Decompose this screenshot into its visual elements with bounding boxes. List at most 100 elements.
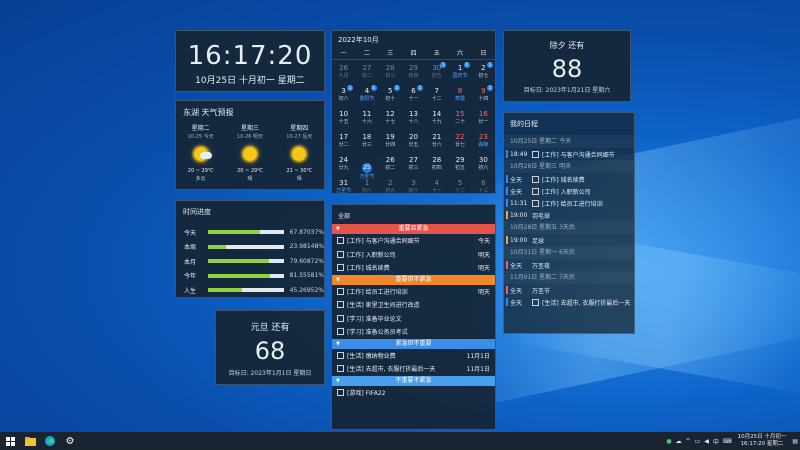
- schedule-checkbox[interactable]: [532, 187, 539, 195]
- progress-label: 本月: [184, 258, 197, 266]
- schedule-checkbox[interactable]: [532, 150, 539, 158]
- calendar-day[interactable]: 7 十二: [425, 85, 448, 108]
- calendar-day[interactable]: 1 初八: [355, 177, 378, 200]
- schedule-item[interactable]: 全天 万圣节: [504, 284, 634, 296]
- calendar-day[interactable]: 18 廿三: [355, 131, 378, 154]
- todo-item[interactable]: [学习] 准备毕业论文: [332, 312, 495, 326]
- day-number: 10: [339, 110, 349, 118]
- todo-checkbox[interactable]: [337, 301, 344, 309]
- schedule-item[interactable]: 18:49 [工作] 与客户沟通合同细节: [504, 148, 634, 160]
- input-language[interactable]: 中: [713, 437, 719, 446]
- schedule-checkbox[interactable]: [532, 199, 539, 207]
- calendar-day[interactable]: 22 廿七: [448, 131, 471, 154]
- calendar-day[interactable]: 17 廿二: [332, 131, 355, 154]
- calendar-day[interactable]: 9 十四 1: [472, 85, 495, 108]
- calendar-day[interactable]: 3 初八 1: [332, 85, 355, 108]
- file-explorer-button[interactable]: [20, 432, 40, 450]
- todo-checkbox[interactable]: [337, 388, 344, 396]
- calendar-day[interactable]: 27 初二: [355, 62, 378, 85]
- schedule-item[interactable]: 全天 [工作] 城名续费: [504, 173, 634, 185]
- todo-checkbox[interactable]: [337, 264, 344, 272]
- calendar-day[interactable]: 24 廿九: [332, 154, 355, 177]
- todo-group-header[interactable]: ▼ 重要但不紧急: [332, 274, 495, 285]
- settings-button[interactable]: ⚙: [60, 432, 80, 450]
- wechat-icon[interactable]: ●: [666, 438, 671, 445]
- calendar-day[interactable]: 13 十八: [402, 108, 425, 131]
- calendar-day[interactable]: 4 重阳节 1: [355, 85, 378, 108]
- schedule-item[interactable]: 全天 万圣夜: [504, 259, 634, 271]
- todo-item[interactable]: [工作] 入职新公司 明天: [332, 248, 495, 262]
- calendar-day[interactable]: 23 霜降: [472, 131, 495, 154]
- todo-item[interactable]: [工作] 给员工进行培训 明天: [332, 285, 495, 299]
- calendar-day[interactable]: 11 十六: [355, 108, 378, 131]
- todo-checkbox[interactable]: [337, 328, 344, 336]
- calendar-day[interactable]: 4 十一: [425, 177, 448, 200]
- calendar-day[interactable]: 10 十五: [332, 108, 355, 131]
- calendar-day[interactable]: 8 寒露: [448, 85, 471, 108]
- calendar-day[interactable]: 26 九月: [332, 62, 355, 85]
- cloud-icon[interactable]: ☁: [676, 438, 682, 445]
- progress-fill: [208, 259, 269, 264]
- volume-icon[interactable]: ◀: [704, 438, 709, 445]
- schedule-text: [生活] 去超市, 衣服打折最后一天: [542, 299, 631, 307]
- lunar-label: 初三: [408, 165, 419, 171]
- calendar-day[interactable]: 30 初六: [472, 154, 495, 177]
- todo-item[interactable]: [生活] 缴纳物业费 11月1日: [332, 349, 495, 363]
- todo-item[interactable]: [工作] 与客户沟通合同细节 今天: [332, 234, 495, 248]
- todo-checkbox[interactable]: [337, 287, 344, 295]
- calendar-day[interactable]: 15 二十: [448, 108, 471, 131]
- schedule-checkbox[interactable]: [532, 298, 539, 306]
- day-number: 6: [481, 179, 486, 187]
- calendar-day[interactable]: 1 国庆节 1: [448, 62, 471, 85]
- todo-checkbox[interactable]: [337, 351, 344, 359]
- start-button[interactable]: [0, 432, 20, 450]
- todo-item[interactable]: [工作] 城名续费 明天: [332, 261, 495, 275]
- todo-group-header[interactable]: ▼ 紧急但不重要: [332, 338, 495, 349]
- todo-item[interactable]: [游戏] FIFA22: [332, 386, 495, 400]
- calendar-day[interactable]: 5 十二: [448, 177, 471, 200]
- calendar-day[interactable]: 2 初九: [379, 177, 402, 200]
- schedule-item[interactable]: 19:00 足球: [504, 234, 634, 246]
- notification-icon[interactable]: ▤: [792, 438, 798, 445]
- calendar-day[interactable]: 21 廿六: [425, 131, 448, 154]
- calendar-day[interactable]: 16 廿一: [472, 108, 495, 131]
- todo-item[interactable]: [生活] 去超市, 衣服打折最后一天 11月1日: [332, 362, 495, 376]
- calendar-day[interactable]: 28 初三: [379, 62, 402, 85]
- todo-item[interactable]: [生活] 家里卫生间进行改造: [332, 298, 495, 312]
- calendar-day[interactable]: 27 初三: [402, 154, 425, 177]
- calendar-day[interactable]: 14 十九: [425, 108, 448, 131]
- calendar-day[interactable]: 3 初十: [402, 177, 425, 200]
- calendar-day[interactable]: 28 初四: [425, 154, 448, 177]
- calendar-day[interactable]: 30 初五 1: [425, 62, 448, 85]
- todo-checkbox[interactable]: [337, 365, 344, 373]
- schedule-item[interactable]: 全天 [生活] 去超市, 衣服打折最后一天: [504, 296, 634, 308]
- calendar-day-today[interactable]: 25 万圣节: [355, 154, 378, 180]
- todo-group-header[interactable]: ▼ 不重要不紧急: [332, 375, 495, 386]
- calendar-day[interactable]: 6 十三: [472, 177, 495, 200]
- calendar-day[interactable]: 5 初十 1: [379, 85, 402, 108]
- calendar-day[interactable]: 2 初七 1: [472, 62, 495, 85]
- calendar-day[interactable]: 12 十七: [379, 108, 402, 131]
- schedule-checkbox[interactable]: [532, 175, 539, 183]
- todo-checkbox[interactable]: [337, 250, 344, 258]
- progress-fill: [208, 273, 270, 278]
- calendar-day[interactable]: 29 初五: [448, 154, 471, 177]
- chevron-up-icon[interactable]: ^: [686, 438, 691, 445]
- calendar-day[interactable]: 29 初四: [402, 62, 425, 85]
- calendar-day[interactable]: 19 廿四: [379, 131, 402, 154]
- edge-browser-button[interactable]: [40, 432, 60, 450]
- todo-group-header[interactable]: ▼ 重要且紧急: [332, 224, 495, 234]
- tray-clock[interactable]: 10月25日 十月初一 16:17:20 星期二: [738, 434, 787, 448]
- todo-item[interactable]: [学习] 准备公务员考试: [332, 325, 495, 339]
- calendar-day[interactable]: 6 十一 1: [402, 85, 425, 108]
- schedule-item[interactable]: 11:31 [工作] 给员工进行培训: [504, 197, 634, 209]
- input-mode-icon[interactable]: ⌨: [723, 438, 732, 445]
- schedule-item[interactable]: 19:00 羽毛球: [504, 209, 634, 221]
- calendar-day[interactable]: 31 万圣节: [332, 177, 355, 200]
- calendar-day[interactable]: 26 初二: [379, 154, 402, 177]
- schedule-item[interactable]: 全天 [工作] 入职新公司: [504, 185, 634, 197]
- network-icon[interactable]: ▭: [695, 438, 701, 445]
- todo-checkbox[interactable]: [337, 237, 344, 245]
- todo-checkbox[interactable]: [337, 314, 344, 322]
- calendar-day[interactable]: 20 廿五: [402, 131, 425, 154]
